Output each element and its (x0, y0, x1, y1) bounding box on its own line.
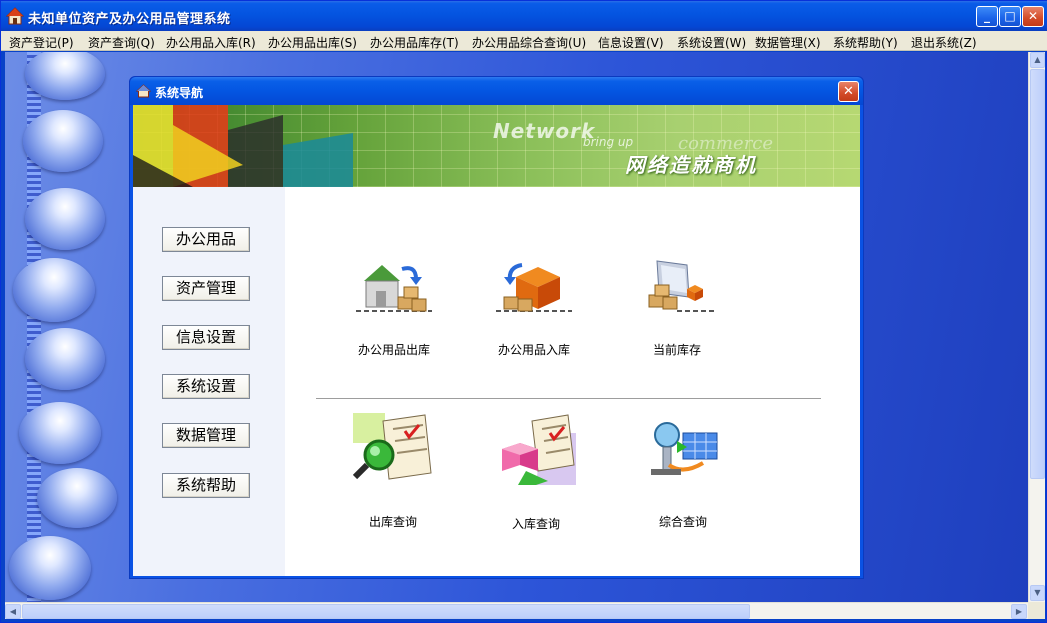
dialog-titlebar[interactable]: 系统导航 ✕ (130, 77, 863, 105)
tile-current-stock[interactable]: 当前库存 (622, 255, 732, 357)
decor-bubble (25, 188, 105, 250)
menu-asset-register[interactable]: 资产登记(P) (9, 34, 74, 51)
decor-bubble (19, 402, 101, 464)
vertical-scrollbar[interactable]: ▲ ▼ (1028, 52, 1045, 602)
home-icon (6, 7, 24, 25)
current-stock-icon (648, 260, 715, 312)
menubar: 资产登记(P) 资产查询(Q) 办公用品入库(R) 办公用品出库(S) 办公用品… (1, 31, 1047, 51)
close-button[interactable]: ✕ (1022, 6, 1044, 27)
decor-bubble (13, 258, 95, 322)
tile-office-in[interactable]: 办公用品入库 (479, 255, 589, 357)
close-icon: ✕ (843, 84, 854, 99)
home-icon (136, 84, 151, 98)
minimize-button[interactable]: _ (976, 6, 998, 27)
tile-label: 办公用品入库 (497, 343, 570, 357)
decor-bubble (9, 536, 91, 600)
dialog-close-button[interactable]: ✕ (838, 81, 859, 102)
vertical-scroll-thumb[interactable] (1030, 69, 1045, 479)
scroll-up-icon[interactable]: ▲ (1030, 52, 1045, 68)
decor-bubble (37, 468, 117, 528)
tile-combined-query[interactable]: 综合查询 (628, 413, 738, 529)
nav-data-management-button[interactable]: 数据管理 (162, 423, 250, 448)
scroll-right-icon[interactable]: ▶ (1011, 604, 1027, 619)
nav-office-supplies-button[interactable]: 办公用品 (162, 227, 250, 252)
menu-system-settings[interactable]: 系统设置(W) (677, 34, 746, 51)
tile-label: 当前库存 (652, 343, 701, 357)
tile-office-out[interactable]: 办公用品出库 (339, 255, 449, 357)
section-divider (316, 398, 821, 400)
horizontal-scrollbar[interactable]: ◀ ▶ (5, 602, 1028, 619)
banner-image: Network bring up commerce 网络造就商机 (133, 105, 860, 187)
close-icon: ✕ (1027, 9, 1039, 23)
menu-exit[interactable]: 退出系统(Z) (911, 34, 977, 51)
tile-inbound-query[interactable]: 入库查询 (481, 413, 591, 531)
scroll-down-icon[interactable]: ▼ (1030, 585, 1045, 601)
nav-sidebar: 办公用品 资产管理 信息设置 系统设置 数据管理 系统帮助 (133, 187, 285, 576)
menu-office-stock[interactable]: 办公用品库存(T) (370, 34, 459, 51)
inbound-query-icon (502, 414, 576, 485)
banner-network-text: Network (493, 119, 596, 143)
dialog-title: 系统导航 (155, 86, 204, 100)
bar-chart-graphic (133, 105, 353, 187)
window-title: 未知单位资产及办公用品管理系统 (28, 12, 231, 27)
horizontal-scroll-thumb[interactable] (22, 604, 750, 619)
tile-label: 综合查询 (658, 515, 707, 529)
menu-info-settings[interactable]: 信息设置(V) (598, 34, 664, 51)
tile-label: 办公用品出库 (357, 343, 430, 357)
window-titlebar[interactable]: 未知单位资产及办公用品管理系统 _ □ ✕ (1, 1, 1047, 31)
tile-label: 入库查询 (511, 517, 560, 531)
nav-system-settings-button[interactable]: 系统设置 (162, 374, 250, 399)
menu-office-in[interactable]: 办公用品入库(R) (166, 34, 256, 51)
dialog-body: Network bring up commerce 网络造就商机 办公用品 资产… (133, 105, 860, 576)
decor-bubble (25, 52, 105, 100)
minimize-icon: _ (984, 9, 990, 23)
nav-system-help-button[interactable]: 系统帮助 (162, 473, 250, 498)
navigation-dialog: 系统导航 ✕ Network bring up commerce 网络造就商机 (129, 76, 864, 579)
decor-bubble (23, 110, 103, 172)
banner-slogan: 网络造就商机 (625, 153, 757, 177)
tile-label: 出库查询 (368, 515, 417, 529)
scroll-corner (1028, 602, 1045, 619)
main-window: 未知单位资产及办公用品管理系统 _ □ ✕ 资产登记(P) 资产查询(Q) 办公… (0, 0, 1047, 623)
warehouse-out-icon (356, 265, 432, 312)
outbound-query-icon (353, 413, 432, 480)
menu-office-out[interactable]: 办公用品出库(S) (268, 34, 357, 51)
maximize-button[interactable]: □ (999, 6, 1021, 27)
warehouse-in-icon (496, 263, 572, 312)
nav-asset-management-button[interactable]: 资产管理 (162, 276, 250, 301)
scroll-left-icon[interactable]: ◀ (5, 604, 21, 619)
menu-asset-query[interactable]: 资产查询(Q) (88, 34, 155, 51)
nav-info-settings-button[interactable]: 信息设置 (162, 325, 250, 350)
menu-data-management[interactable]: 数据管理(X) (755, 34, 821, 51)
menu-system-help[interactable]: 系统帮助(Y) (833, 34, 898, 51)
decor-bubble (25, 328, 105, 390)
tile-outbound-query[interactable]: 出库查询 (338, 413, 448, 529)
combined-query-icon (651, 422, 718, 475)
menu-office-combined-query[interactable]: 办公用品综合查询(U) (472, 34, 586, 51)
maximize-icon: □ (1004, 9, 1016, 23)
banner-bringup-text: bring up (583, 135, 634, 149)
